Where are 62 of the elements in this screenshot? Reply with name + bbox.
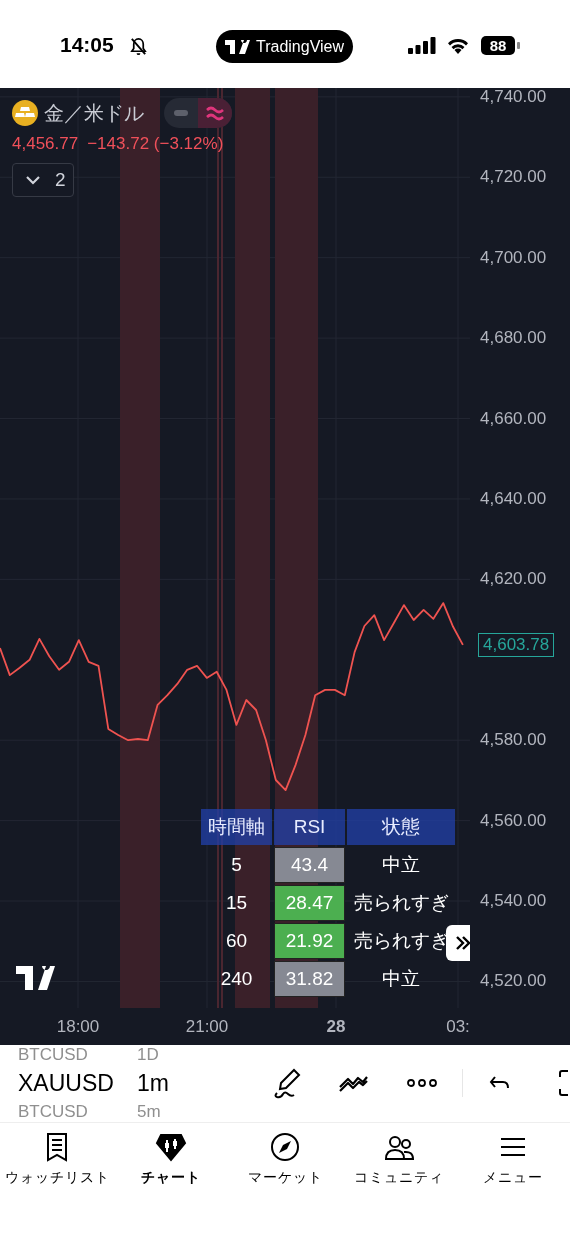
ingot-icon — [12, 100, 38, 126]
symbol-option[interactable]: XAUUSD — [18, 1070, 115, 1097]
status-pill[interactable] — [164, 98, 232, 128]
timeframe-cell-text: 5 — [230, 853, 243, 877]
price-label: 4,640.00 — [480, 488, 547, 509]
indicator-count: 2 — [55, 169, 66, 191]
symbol-name[interactable]: 金／米ドル — [44, 99, 144, 127]
state-cell-text: 中立 — [381, 967, 421, 991]
signal-icon — [408, 37, 436, 54]
battery-tip-icon — [517, 42, 520, 49]
expand-button[interactable] — [446, 925, 470, 961]
nav-tab[interactable]: ウォッチリスト — [0, 1123, 114, 1203]
column-header: 状態 — [347, 809, 455, 845]
candlestick-icon — [155, 1131, 187, 1163]
price-label: 4,540.00 — [480, 891, 547, 912]
timeframe-cell-text: 15 — [224, 891, 249, 915]
price-change: −143.72 (−3.12%) — [87, 134, 224, 154]
nav-tab[interactable]: コミュニティ — [342, 1123, 456, 1203]
compass-icon — [269, 1131, 301, 1163]
clock-time: 14:05 — [60, 33, 114, 57]
price-label: 4,740.00 — [480, 88, 547, 107]
nav-tab[interactable]: チャート — [114, 1123, 228, 1203]
double-chevron-icon — [454, 935, 470, 951]
last-price: 4,456.77 — [12, 134, 79, 154]
rsi-value-cell: 28.47 — [274, 885, 345, 921]
price-label: 4,720.00 — [480, 167, 547, 188]
time-label: 18:00 — [56, 1017, 100, 1037]
minus-icon — [174, 110, 188, 116]
interval-option[interactable]: 1m — [137, 1070, 169, 1097]
state-cell-text: 売られすぎ — [352, 891, 450, 915]
timeframe-cell-text: 60 — [224, 929, 249, 953]
bell-off-icon — [129, 37, 148, 56]
state-cell-text: 売られすぎ — [352, 929, 450, 953]
price-label: 4,560.00 — [480, 810, 547, 831]
wave-icon — [198, 98, 232, 128]
state-cell-text: 中立 — [381, 853, 421, 877]
rsi-value-cell: 43.4 — [274, 847, 345, 883]
rsi-value-cell: 31.82 — [274, 961, 345, 997]
price-label: 4,620.00 — [480, 569, 547, 590]
price-label: 4,660.00 — [480, 408, 547, 429]
battery-level: 88 — [481, 36, 515, 55]
timeframe-cell-text: 240 — [219, 967, 254, 991]
price-label: 4,700.00 — [480, 247, 547, 268]
price-label: 4,680.00 — [480, 328, 547, 349]
collapse-button[interactable]: 2 — [12, 163, 74, 197]
current-price-label: 4,603.78 — [478, 633, 555, 657]
nav-tab[interactable]: メニュー — [456, 1123, 570, 1203]
time-label: 21:00 — [185, 1017, 229, 1037]
column-header: 時間軸 — [201, 809, 272, 845]
logo-icon — [224, 39, 251, 54]
time-label: 03: — [446, 1017, 470, 1037]
time-label: 28 — [326, 1017, 346, 1037]
fullscreen-icon[interactable] — [556, 1067, 570, 1099]
price-label: 4,520.00 — [480, 971, 547, 992]
rsi-value-cell: 21.92 — [274, 923, 345, 959]
app-name: TradingView — [255, 37, 344, 56]
wifi-icon — [446, 36, 470, 54]
app-pill[interactable]: TradingView — [216, 30, 353, 63]
chevron-down-icon — [25, 175, 41, 185]
nav-tab[interactable]: マーケット — [228, 1123, 342, 1203]
column-header: RSI — [274, 809, 345, 845]
price-label: 4,580.00 — [480, 730, 547, 751]
